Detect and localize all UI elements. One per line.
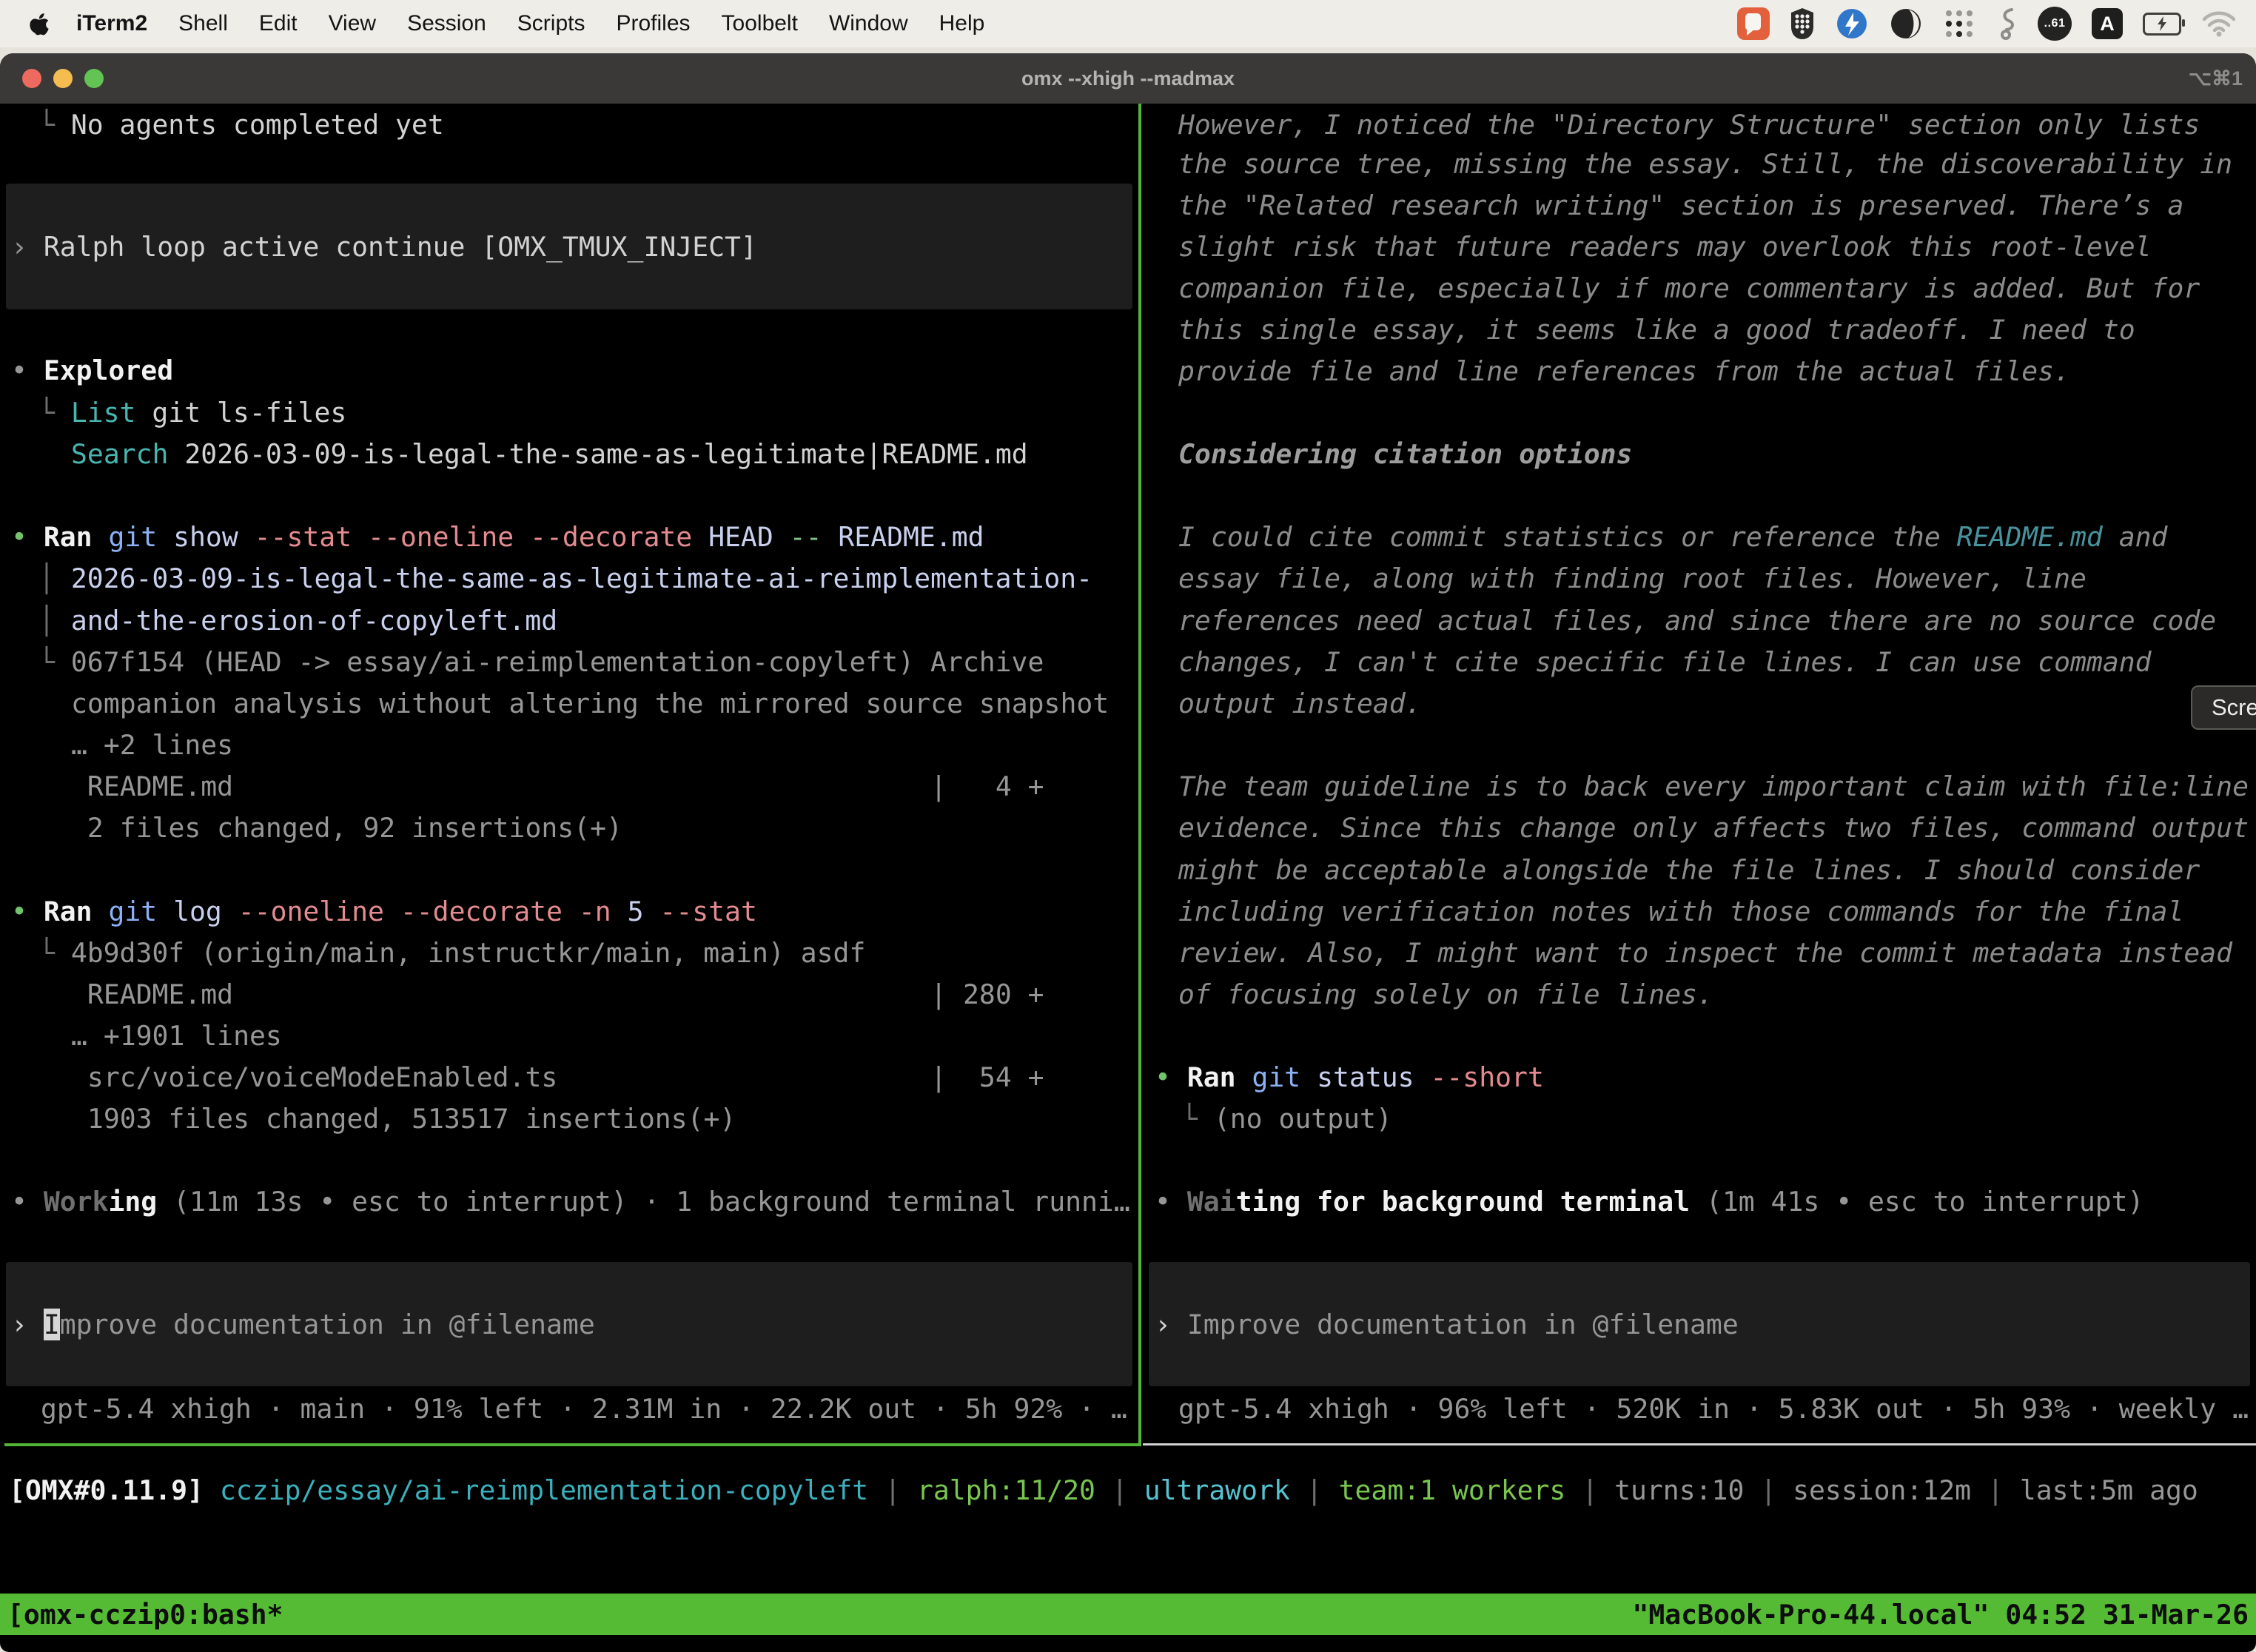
apple-menu-icon[interactable] bbox=[30, 12, 50, 36]
terminal-line: references need actual files, and since … bbox=[1178, 600, 2216, 641]
right-pane-bottom-border bbox=[1143, 1443, 2256, 1446]
menu-item-scripts[interactable]: Scripts bbox=[502, 11, 601, 36]
tooltip-label: Scre bbox=[2212, 694, 2256, 721]
left-pane[interactable]: └ No agents completed yet › Ralph loop ac… bbox=[0, 104, 1138, 1443]
terminal-line: src/voice/voiceModeEnabled.ts | 54 + bbox=[71, 1056, 1044, 1098]
dots-grid-icon[interactable] bbox=[1943, 7, 1975, 40]
tmux-host-time: "MacBook-Pro-44.local" 04:52 31-Mar-26 bbox=[1632, 1599, 2249, 1631]
terminal-line: including verification notes with those … bbox=[1178, 890, 2183, 932]
terminal-line: essay file, along with finding root file… bbox=[1178, 557, 2087, 599]
terminal-line: output instead. bbox=[1178, 682, 1422, 724]
window-titlebar[interactable]: omx --xhigh --madmax ⌥⌘1 bbox=[0, 53, 2256, 104]
terminal-line: … +2 lines bbox=[71, 724, 233, 765]
iterm-window: omx --xhigh --madmax ⌥⌘1 └ No agents com… bbox=[0, 53, 2256, 1652]
terminal-line: └ 067f154 (HEAD -> essay/ai-reimplementa… bbox=[38, 641, 1044, 682]
terminal-line: review. Also, I might want to inspect th… bbox=[1178, 932, 2232, 973]
terminal-line: └ 4b9d30f (origin/main, instructkr/main,… bbox=[38, 932, 865, 973]
terminal-line: this single essay, it seems like a good … bbox=[1178, 309, 2135, 350]
terminal-line: │ 2026-03-09-is-legal-the-same-as-legiti… bbox=[38, 557, 1092, 599]
terminal-line: • Ran git show --stat --oneline --decora… bbox=[11, 516, 984, 557]
terminal-line: • Waiting for background terminal (1m 41… bbox=[1155, 1181, 2143, 1222]
terminal-line: companion file, especially if more comme… bbox=[1178, 267, 2200, 309]
terminal-line: the "Related research writing" section i… bbox=[1178, 184, 2183, 226]
tmux-status-bar: [omx-cczip0:bash* "MacBook-Pro-44.local"… bbox=[0, 1594, 2256, 1635]
terminal-line: └ (no output) bbox=[1181, 1098, 1392, 1139]
terminal-line: changes, I can't cite specific file line… bbox=[1178, 641, 2152, 682]
menu-item-iterm2[interactable]: iTerm2 bbox=[61, 11, 163, 36]
wifi-icon[interactable] bbox=[2201, 10, 2237, 37]
terminal-line: 1903 files changed, 513517 insertions(+) bbox=[71, 1098, 736, 1139]
screen: iTerm2 Shell Edit View Session Scripts P… bbox=[0, 0, 2256, 1652]
pie-chart-icon[interactable] bbox=[1889, 7, 1923, 41]
terminal-line: I could cite commit statistics or refere… bbox=[1178, 516, 2167, 557]
menu-bar: iTerm2 Shell Edit View Session Scripts P… bbox=[0, 0, 2256, 47]
terminal-line: companion analysis without altering the … bbox=[71, 682, 1109, 724]
terminal-line: └ List git ls-files bbox=[38, 392, 346, 433]
menu-item-toolbelt[interactable]: Toolbelt bbox=[706, 11, 813, 36]
pane-divider[interactable] bbox=[1138, 104, 1141, 1446]
terminal-line: of focusing solely on file lines. bbox=[1178, 973, 1713, 1015]
menu-item-shell[interactable]: Shell bbox=[163, 11, 244, 36]
letter-a-icon[interactable]: A bbox=[2092, 8, 2123, 39]
left-pane-bottom-border bbox=[4, 1443, 1141, 1446]
hook-figure-icon[interactable] bbox=[1995, 7, 2018, 41]
terminal-line: slight risk that future readers may over… bbox=[1178, 226, 2152, 267]
terminal-line: • Ran git status --short bbox=[1155, 1056, 1544, 1098]
terminal-line: However, I noticed the "Directory Struct… bbox=[1178, 104, 2200, 145]
menu-item-session[interactable]: Session bbox=[392, 11, 502, 36]
terminal-line: The team guideline is to back every impo… bbox=[1178, 765, 2249, 807]
window-title: omx --xhigh --madmax bbox=[0, 53, 2256, 104]
chat-app-icon[interactable] bbox=[1737, 7, 1770, 40]
terminal-line: Search 2026-03-09-is-legal-the-same-as-l… bbox=[71, 433, 1028, 474]
battery-icon[interactable] bbox=[2143, 13, 2181, 36]
terminal-line: the source tree, missing the essay. Stil… bbox=[1178, 143, 2232, 184]
menu-item-window[interactable]: Window bbox=[813, 11, 924, 36]
usage-badge-icon[interactable]: ..61 bbox=[2038, 7, 2072, 41]
terminal-line: │ and-the-erosion-of-copyleft.md bbox=[38, 600, 557, 641]
terminal-line: might be acceptable alongside the file l… bbox=[1178, 849, 2200, 890]
right-pane[interactable]: However, I noticed the "Directory Struct… bbox=[1143, 104, 2256, 1443]
blue-badge-icon[interactable] bbox=[1835, 7, 1869, 41]
terminal-line: [OMX#0.11.9] cczip/essay/ai-reimplementa… bbox=[9, 1469, 2198, 1511]
terminal-line: gpt-5.4 xhigh · 96% left · 520K in · 5.8… bbox=[1178, 1388, 2249, 1429]
terminal-line: evidence. Since this change only affects… bbox=[1178, 807, 2249, 848]
menu-bar-status-icons: ..61 A bbox=[1737, 7, 2256, 41]
menu-item-profiles[interactable]: Profiles bbox=[600, 11, 705, 36]
terminal-line: › Improve documentation in @filename bbox=[1155, 1303, 1739, 1345]
terminal-line: • Working (11m 13s • esc to interrupt) ·… bbox=[11, 1181, 1130, 1222]
terminal-line: … +1901 lines bbox=[71, 1015, 282, 1056]
terminal-line: 2 files changed, 92 insertions(+) bbox=[71, 807, 622, 848]
tmux-session-label: [omx-cczip0:bash* bbox=[7, 1599, 283, 1631]
terminal-line: provide file and line references from th… bbox=[1178, 350, 2070, 392]
terminal-line: • Explored bbox=[11, 349, 173, 391]
menu-item-help[interactable]: Help bbox=[924, 11, 1001, 36]
terminal-line: └ No agents completed yet bbox=[38, 104, 444, 145]
window-shortcut-badge: ⌥⌘1 bbox=[2189, 53, 2243, 104]
menu-item-view[interactable]: View bbox=[313, 11, 392, 36]
screen-tooltip: Scre bbox=[2191, 685, 2256, 730]
terminal-line: Considering citation options bbox=[1178, 433, 1632, 474]
terminal-line: gpt-5.4 xhigh · main · 91% left · 2.31M … bbox=[41, 1388, 1127, 1429]
terminal-line: README.md | 4 + bbox=[71, 765, 1044, 807]
terminal-line: README.md | 280 + bbox=[71, 973, 1044, 1015]
terminal-line: • Ran git log --oneline --decorate -n 5 … bbox=[11, 890, 757, 932]
terminal-line: › Improve documentation in @filename bbox=[11, 1303, 595, 1345]
keypad-shield-icon[interactable] bbox=[1790, 7, 1815, 41]
terminal-line: › Ralph loop active continue [OMX_TMUX_I… bbox=[11, 226, 757, 267]
menu-item-edit[interactable]: Edit bbox=[244, 11, 313, 36]
omx-status-line: [OMX#0.11.9] cczip/essay/ai-reimplementa… bbox=[9, 1469, 2252, 1511]
